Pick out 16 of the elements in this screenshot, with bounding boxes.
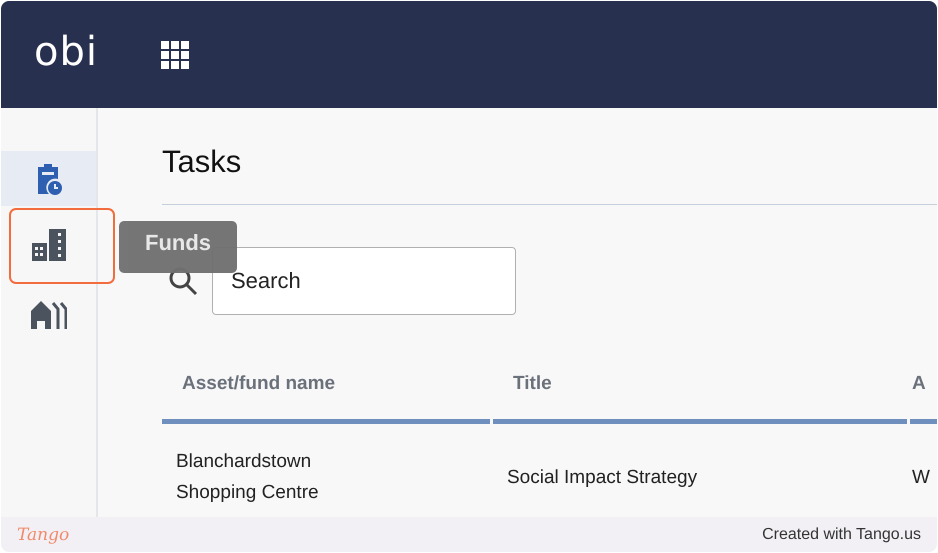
- tooltip: Funds: [119, 221, 237, 273]
- apps-grid-icon[interactable]: [160, 40, 190, 70]
- search-field[interactable]: Search: [212, 247, 516, 315]
- column-header[interactable]: A: [910, 359, 937, 424]
- credit-text: Created with Tango.us: [762, 526, 921, 544]
- table-cell-text: Social Impact Strategy: [506, 466, 698, 490]
- logo[interactable]: obi: [34, 32, 98, 72]
- column-header[interactable]: Asset/fund name: [162, 359, 490, 424]
- column-header[interactable]: Title: [493, 359, 907, 424]
- table-cell-text: Blanchardstown Shopping Centre: [175, 450, 320, 505]
- sidebar-item[interactable]: [1, 151, 96, 206]
- brand-logo: Tango: [17, 524, 70, 544]
- table-cell-text: W: [911, 466, 931, 490]
- houses-icon: [30, 301, 66, 329]
- buildings-icon: [32, 229, 66, 261]
- page-title: Tasks: [162, 144, 242, 180]
